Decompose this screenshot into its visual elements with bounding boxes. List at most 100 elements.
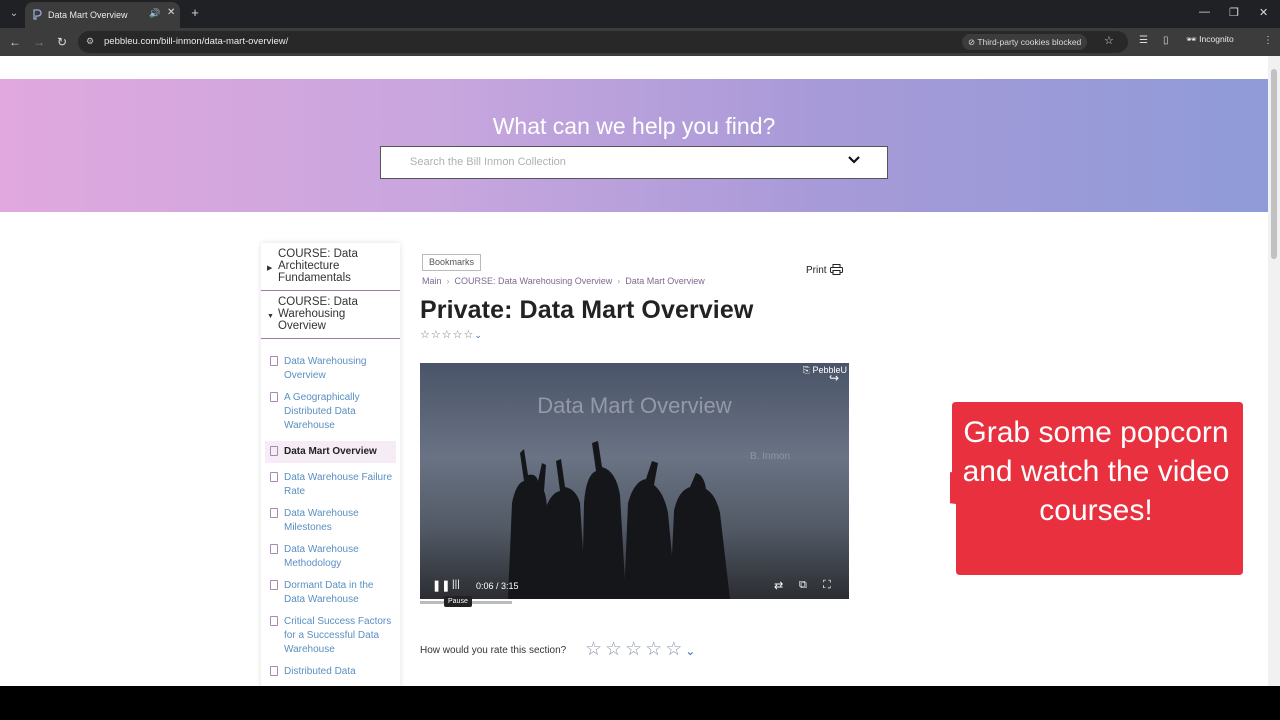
rating-stars-input[interactable]: ☆☆☆☆☆⌄ — [585, 638, 695, 661]
lesson-label: Data Warehouse Methodology — [284, 544, 359, 569]
incognito-label: Incognito — [1199, 34, 1234, 44]
document-icon — [270, 446, 278, 456]
hero-title: What can we help you find? — [492, 113, 776, 139]
new-tab-icon[interactable]: + — [188, 6, 202, 20]
document-icon — [270, 356, 278, 366]
sidebar-lesson-methodology[interactable]: Data Warehouse Methodology — [261, 543, 400, 571]
chevron-down-icon[interactable]: ⌄ — [685, 644, 695, 658]
breadcrumb-current: Data Mart Overview — [625, 276, 705, 286]
search-placeholder: Search the Bill Inmon Collection — [410, 156, 566, 168]
incognito-icon: 🕶 — [1186, 34, 1197, 44]
course-title: COURSE: Data Warehousing Overview — [278, 296, 358, 332]
settings-sliders-icon[interactable]: ⇄ — [774, 579, 783, 592]
incognito-indicator[interactable]: 🕶 Incognito — [1186, 34, 1234, 45]
lesson-label: A Geographically Distributed Data Wareho… — [284, 392, 360, 431]
menu-kebab-icon[interactable]: ⋮ — [1263, 35, 1273, 46]
document-icon — [270, 616, 278, 626]
tab-title: Data Mart Overview — [48, 10, 128, 20]
lesson-label: Distributed Data — [284, 666, 356, 677]
star-4-icon[interactable]: ☆ — [645, 639, 665, 660]
sidebar-lesson-milestones[interactable]: Data Warehouse Milestones — [261, 507, 400, 535]
star-2-icon[interactable]: ☆ — [605, 639, 625, 660]
volume-icon[interactable]: ||| — [452, 579, 460, 590]
document-icon — [270, 472, 278, 482]
chevron-down-icon[interactable] — [847, 153, 861, 167]
letterbox-bar — [0, 686, 1280, 720]
tab-search-chevron-icon[interactable]: ⌄ — [6, 6, 22, 22]
third-party-cookies-badge[interactable]: ⊘ Third-party cookies blocked — [962, 34, 1088, 50]
expand-triangle-icon: ▶ — [267, 265, 273, 272]
sidebar-lesson-dormant-data[interactable]: Dormant Data in the Data Warehouse — [261, 579, 400, 607]
side-panel-icon[interactable]: ▯ — [1163, 35, 1169, 46]
close-tab-icon[interactable]: ✕ — [167, 7, 175, 18]
sidebar-course-architecture[interactable]: ▶ COURSE: Data Architecture Fundamentals — [261, 243, 400, 291]
share-icon[interactable]: ↪ — [829, 371, 839, 385]
site-info-icon[interactable]: ⚙ — [86, 36, 94, 47]
bookmarks-button[interactable]: Bookmarks — [422, 254, 482, 271]
video-player[interactable]: Data Mart Overview ⎘ PebbleU ↪ B. Inmon … — [420, 363, 849, 599]
bookmark-star-icon[interactable]: ☆ — [1104, 34, 1114, 47]
document-icon — [270, 508, 278, 518]
print-label: Print — [806, 265, 827, 276]
print-button[interactable]: Print — [806, 264, 843, 276]
document-icon — [270, 392, 278, 402]
star-1-icon[interactable]: ☆ — [585, 639, 605, 660]
fullscreen-icon[interactable]: ⛶ — [823, 579, 831, 592]
lesson-label: Dormant Data in the Data Warehouse — [284, 580, 374, 605]
cookies-label: Third-party cookies blocked — [977, 37, 1082, 47]
collapse-triangle-icon: ▼ — [267, 313, 274, 320]
average-rating-stars[interactable]: ☆☆☆☆☆⌄ — [420, 328, 483, 341]
close-window-icon[interactable]: ✕ — [1259, 6, 1268, 19]
lesson-label: Data Warehouse Failure Rate — [284, 472, 393, 497]
video-brand-logo: ⎘ PebbleU — [802, 365, 847, 375]
pebbleu-favicon-icon — [33, 9, 42, 20]
document-icon — [270, 580, 278, 590]
page-scrollbar[interactable] — [1268, 56, 1280, 686]
search-hero: What can we help you find? Search the Bi… — [0, 79, 1268, 212]
browser-tab[interactable]: Data Mart Overview 🔊 ✕ — [25, 2, 180, 28]
browser-toolbar: ← → ↻ ⚙ pebbleu.com/bill-inmon/data-mart… — [0, 28, 1280, 56]
printer-icon — [829, 264, 843, 275]
minimize-icon[interactable]: — — [1199, 6, 1210, 18]
course-sidebar: ▶ COURSE: Data Architecture Fundamentals… — [261, 243, 400, 686]
pause-icon[interactable]: ❚❚ — [432, 579, 450, 592]
rating-question: How would you rate this section? — [420, 645, 567, 656]
document-icon — [270, 544, 278, 554]
lesson-label: Critical Success Factors for a Successfu… — [284, 616, 392, 655]
address-bar[interactable]: ⚙ pebbleu.com/bill-inmon/data-mart-overv… — [78, 31, 1128, 53]
browser-tab-bar: ⌄ Data Mart Overview 🔊 ✕ + — ❐ ✕ — [0, 0, 1280, 28]
sidebar-lesson-failure-rate[interactable]: Data Warehouse Failure Rate — [261, 471, 400, 499]
video-time: 0:06 / 3:15 — [476, 581, 519, 591]
restore-icon[interactable]: ❐ — [1229, 6, 1239, 19]
sidebar-lesson-critical-success[interactable]: Critical Success Factors for a Successfu… — [261, 615, 400, 657]
reload-icon[interactable]: ↻ — [57, 35, 67, 49]
video-controls: ❚❚ ||| 0:06 / 3:15 ⇄ ⧉ ⛶ — [420, 573, 849, 599]
audio-playing-icon[interactable]: 🔊 — [149, 8, 160, 19]
sidebar-course-warehousing[interactable]: ▼ COURSE: Data Warehousing Overview — [261, 291, 400, 339]
document-icon — [270, 666, 278, 676]
sidebar-lesson-data-mart-overview[interactable]: Data Mart Overview — [265, 441, 396, 463]
star-3-icon[interactable]: ☆ — [625, 639, 645, 660]
breadcrumb-main[interactable]: Main — [422, 276, 442, 286]
scrollbar-thumb[interactable] — [1271, 69, 1277, 259]
forward-icon[interactable]: → — [33, 35, 45, 49]
course-title: COURSE: Data Architecture Fundamentals — [278, 248, 358, 284]
back-icon[interactable]: ← — [9, 35, 21, 49]
lesson-label: Data Warehousing Overview — [284, 356, 367, 381]
chevron-down-icon[interactable]: ⌄ — [474, 330, 483, 340]
sidebar-lesson-distributed-data[interactable]: Distributed Data — [261, 665, 400, 679]
url-text: pebbleu.com/bill-inmon/data-mart-overvie… — [104, 36, 289, 47]
search-input[interactable]: Search the Bill Inmon Collection — [380, 146, 888, 179]
sidebar-lesson-warehousing-overview[interactable]: Data Warehousing Overview — [261, 355, 400, 383]
callout-text: Grab some popcorn and watch the video co… — [962, 416, 1230, 527]
video-overlay-title: Data Mart Overview — [537, 393, 732, 418]
lesson-label: Data Mart Overview — [284, 446, 377, 457]
lesson-label: Data Warehouse Milestones — [284, 508, 359, 533]
reading-list-icon[interactable]: ☰ — [1139, 35, 1148, 46]
star-5-icon[interactable]: ☆ — [665, 639, 685, 660]
picture-in-picture-icon[interactable]: ⧉ — [799, 579, 807, 592]
pause-tooltip: Pause — [444, 596, 472, 607]
sidebar-lesson-geo-distributed[interactable]: A Geographically Distributed Data Wareho… — [261, 391, 400, 433]
web-page: What can we help you find? Search the Bi… — [0, 56, 1268, 686]
breadcrumb-course[interactable]: COURSE: Data Warehousing Overview — [455, 276, 613, 286]
